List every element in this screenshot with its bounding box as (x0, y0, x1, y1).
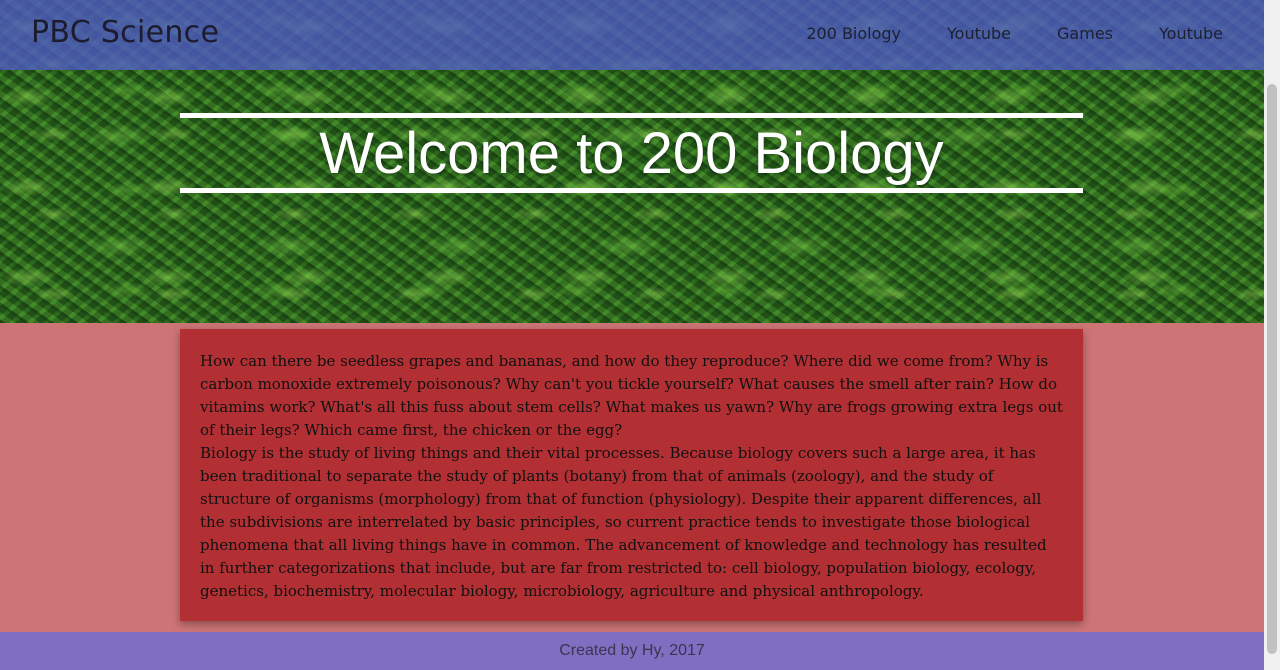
footer: Created by Hy, 2017 (0, 632, 1264, 670)
nav-link-200-biology[interactable]: 200 Biology (806, 24, 901, 43)
nav-link-youtube-2[interactable]: Youtube (1159, 24, 1223, 43)
hero-title: Welcome to 200 Biology (319, 120, 944, 186)
nav-link-youtube[interactable]: Youtube (947, 24, 1011, 43)
hero-banner: Welcome to 200 Biology (0, 70, 1264, 323)
footer-credit: Created by Hy, 2017 (559, 642, 705, 659)
content-card: How can there be seedless grapes and ban… (180, 329, 1083, 621)
brand-link[interactable]: PBC Science (31, 15, 219, 50)
scrollbar-thumb[interactable] (1267, 84, 1277, 654)
nav-link-games[interactable]: Games (1057, 24, 1113, 43)
page-scrollbar[interactable] (1264, 0, 1280, 670)
hero-title-box: Welcome to 200 Biology (180, 113, 1083, 193)
biology-description: Biology is the study of living things an… (200, 444, 1047, 600)
intro-questions: How can there be seedless grapes and ban… (200, 352, 1063, 439)
navbar: PBC Science 200 Biology Youtube Games Yo… (0, 0, 1264, 70)
nav-links: 200 Biology Youtube Games Youtube (806, 24, 1223, 43)
